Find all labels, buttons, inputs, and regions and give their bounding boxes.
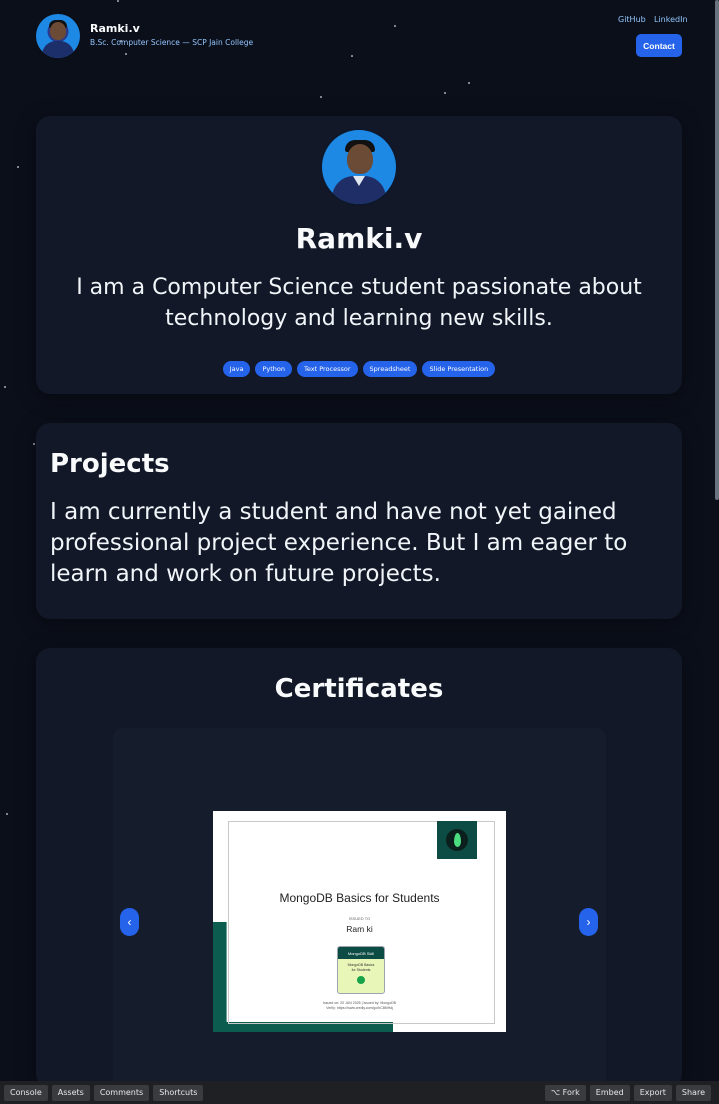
certificate-verify-link: Verify: https://www.credly.com/go/hC8MHd… <box>326 1006 393 1010</box>
profile-photo <box>322 130 396 204</box>
certificates-card: Certificates ‹ › MongoDB Basics for Stud… <box>36 648 682 1088</box>
certificates-title: Certificates <box>274 674 444 704</box>
projects-title: Projects <box>50 449 170 479</box>
skill-badge: Spreadsheet <box>362 361 418 377</box>
certificate-heading: MongoDB Basics for Students <box>279 891 440 905</box>
projects-text: I am currently a student and have not ye… <box>50 499 628 587</box>
certificate-carousel: ‹ › MongoDB Basics for Students ISSUED T… <box>113 728 606 1088</box>
embed-button[interactable]: Embed <box>589 1084 630 1101</box>
certificate-issued-label: ISSUED TO <box>348 916 371 921</box>
badge-leaf-icon <box>357 976 365 984</box>
carousel-next-button[interactable]: › <box>579 908 598 936</box>
hero-bio: I am a Computer Science student passiona… <box>76 275 642 331</box>
site-subtitle: B.Sc. Computer Science — SCP Jain Colleg… <box>90 38 254 47</box>
star-dot <box>6 813 8 815</box>
editor-toolbar: Console Assets Comments Shortcuts ⌥ Fork… <box>0 1081 719 1104</box>
assets-button[interactable]: Assets <box>51 1084 90 1101</box>
page-scrollbar[interactable] <box>715 0 719 500</box>
nav-linkedin-link[interactable]: LinkedIn <box>654 15 688 24</box>
skill-badge: Python <box>255 361 292 377</box>
skills-list: Java Python Text Processor Spreadsheet S… <box>36 361 682 377</box>
star-dot <box>117 0 119 2</box>
certificate-recipient: Ram ki <box>346 924 373 934</box>
certificate-badge: MongoDB Skill MongoDB Basics for Student… <box>337 946 385 994</box>
star-dot <box>468 82 470 84</box>
site-name: Ramki.v <box>90 22 140 35</box>
badge-title: MongoDB Skill <box>338 947 384 959</box>
skill-badge: Java <box>222 361 251 377</box>
badge-line: for Students <box>351 968 371 972</box>
comments-button[interactable]: Comments <box>93 1084 150 1101</box>
certificate-image[interactable]: MongoDB Basics for Students ISSUED TO Ra… <box>213 811 506 1032</box>
star-dot <box>320 96 322 98</box>
star-dot <box>4 386 6 388</box>
fork-button[interactable]: ⌥ Fork <box>544 1084 586 1101</box>
hero-name: Ramki.v <box>295 222 423 255</box>
star-dot <box>444 92 446 94</box>
skill-badge: Slide Presentation <box>422 361 496 377</box>
site-header: Ramki.v B.Sc. Computer Science — SCP Jai… <box>36 12 688 62</box>
carousel-prev-button[interactable]: ‹ <box>120 908 139 936</box>
avatar <box>36 14 80 58</box>
skill-badge: Text Processor <box>297 361 358 377</box>
share-button[interactable]: Share <box>675 1084 711 1101</box>
star-dot <box>17 166 19 168</box>
star-dot <box>33 443 35 445</box>
shortcuts-button[interactable]: Shortcuts <box>153 1084 204 1101</box>
mongodb-leaf-icon <box>437 821 477 859</box>
projects-card: Projects I am currently a student and ha… <box>36 423 682 619</box>
contact-button[interactable]: Contact <box>636 34 682 57</box>
nav-github-link[interactable]: GitHub <box>618 15 646 24</box>
console-button[interactable]: Console <box>4 1084 48 1101</box>
export-button[interactable]: Export <box>633 1084 672 1101</box>
certificate-meta: Issued on: 20 JUN 2025 | Issued by: Mong… <box>213 1001 506 1011</box>
hero-card: Ramki.v I am a Computer Science student … <box>36 116 682 394</box>
